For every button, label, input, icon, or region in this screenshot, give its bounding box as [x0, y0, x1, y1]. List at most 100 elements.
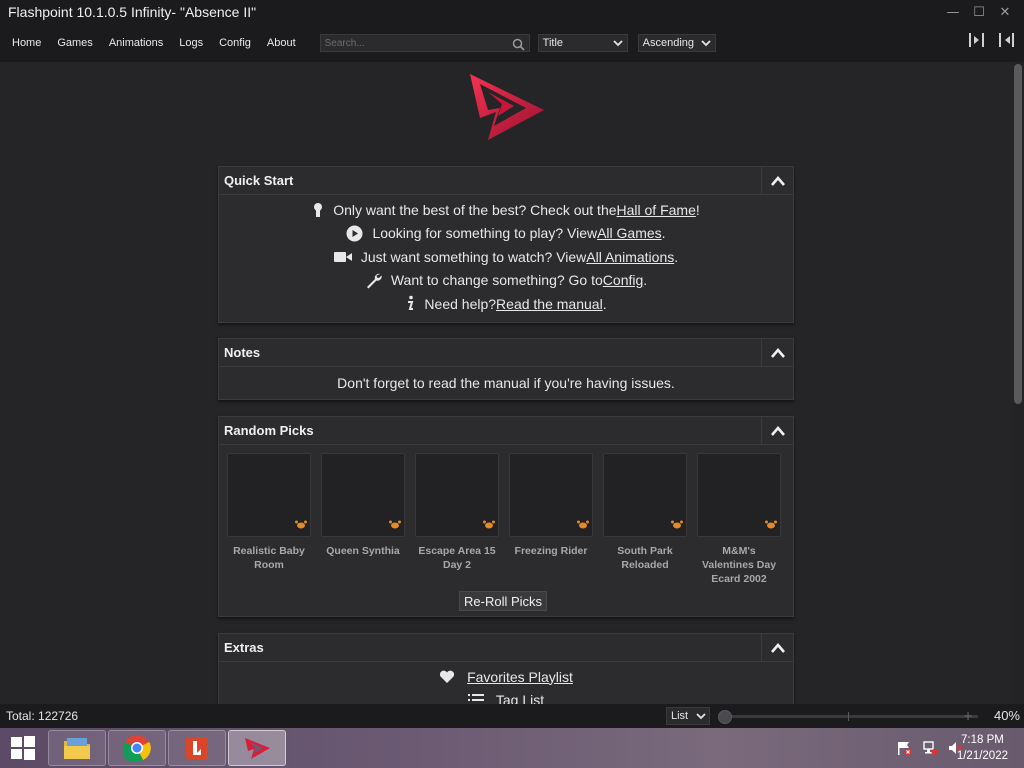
video-camera-icon: [333, 251, 352, 263]
extras-panel: Extras Favorites Playlist Tag List: [218, 633, 794, 704]
game-card[interactable]: Queen Synthia: [321, 453, 405, 586]
action-center-flag-icon[interactable]: [896, 740, 912, 760]
flashpoint-icon: [245, 738, 270, 759]
play-circle-icon: [346, 225, 363, 242]
game-title: M&M's Valentines Day Ecard 2002: [701, 545, 777, 585]
collapse-button[interactable]: [761, 339, 793, 366]
game-card[interactable]: M&M's Valentines Day Ecard 2002: [697, 453, 781, 586]
window-controls: — ☐ ✕: [940, 2, 1018, 22]
game-thumbnail: [697, 453, 781, 537]
quick-start-line: Need help? Read the manual.: [219, 292, 793, 316]
network-icon[interactable]: [922, 740, 938, 760]
game-thumbnail: [415, 453, 499, 537]
home-page: Quick Start Only want the best of the be…: [0, 62, 1024, 704]
scrollbar-thumb[interactable]: [1014, 64, 1022, 404]
taskbar-clock[interactable]: 7:18 PM 1/21/2022: [957, 732, 1008, 764]
quick-start-line: Only want the best of the best? Check ou…: [219, 198, 793, 222]
taskbar-file-explorer[interactable]: [48, 730, 106, 766]
search-icon[interactable]: [512, 36, 525, 55]
all-animations-link[interactable]: All Animations: [586, 249, 674, 265]
menu-config[interactable]: Config: [211, 37, 259, 49]
chrome-icon: [123, 735, 151, 762]
red-app-icon: [186, 737, 208, 759]
wrench-icon: [365, 272, 382, 289]
sort-field-select[interactable]: Title: [537, 34, 628, 52]
game-title: South Park Reloaded: [617, 545, 673, 571]
extras-line: Tag List: [219, 688, 793, 704]
taskbar-app[interactable]: [168, 730, 226, 766]
info-icon: [405, 295, 415, 312]
game-card[interactable]: Escape Area 15 Day 2: [415, 453, 499, 586]
windows-logo-icon: [11, 736, 35, 760]
game-card[interactable]: Freezing Rider: [509, 453, 593, 586]
menu-animations[interactable]: Animations: [101, 37, 171, 49]
search-box: [319, 34, 530, 55]
collapse-button[interactable]: [761, 634, 793, 661]
notes-header: Notes: [219, 339, 793, 367]
toggle-left-sidebar-icon[interactable]: [968, 32, 986, 52]
chevron-up-icon: [770, 175, 785, 186]
list-icon: [467, 693, 484, 704]
chevron-up-icon: [770, 425, 785, 436]
panel-title: Notes: [224, 345, 261, 360]
chevron-down-icon: [701, 38, 711, 51]
game-title: Realistic Baby Room: [233, 545, 305, 571]
view-mode-select[interactable]: List: [666, 707, 710, 725]
clock-time: 7:18 PM: [961, 734, 1004, 746]
hall-of-fame-link[interactable]: Hall of Fame: [617, 202, 696, 218]
taskbar-flashpoint[interactable]: [228, 730, 286, 766]
tag-list-link[interactable]: Tag List: [496, 692, 544, 705]
search-input[interactable]: [320, 37, 501, 49]
zoom-slider-track[interactable]: [720, 715, 978, 718]
clock-date: 1/21/2022: [956, 750, 1008, 762]
taskbar-chrome[interactable]: [108, 730, 166, 766]
folder-icon: [64, 738, 90, 759]
view-mode-value: List: [671, 710, 689, 722]
panel-title: Random Picks: [224, 423, 314, 438]
zoom-slider-handle[interactable]: [718, 710, 732, 724]
heart-icon: [439, 670, 455, 684]
game-title: Escape Area 15 Day 2: [418, 545, 496, 571]
quick-start-line: Looking for something to play? View All …: [219, 222, 793, 246]
start-button[interactable]: [0, 728, 46, 768]
main-scrollbar[interactable]: [1012, 62, 1024, 704]
menu-bar: Home Games Animations Logs Config About …: [0, 24, 1024, 62]
favorites-playlist-link[interactable]: Favorites Playlist: [467, 669, 573, 685]
quick-start-header: Quick Start: [219, 167, 793, 195]
game-card[interactable]: South Park Reloaded: [603, 453, 687, 586]
zoom-slider-tick: [848, 712, 849, 721]
config-link[interactable]: Config: [603, 272, 643, 288]
toggle-right-sidebar-icon[interactable]: [998, 32, 1016, 52]
reroll-picks-button[interactable]: Re-Roll Picks: [459, 591, 548, 611]
minimize-button[interactable]: —: [940, 2, 966, 22]
menu-logs[interactable]: Logs: [171, 37, 211, 49]
windows-taskbar: 7:18 PM 1/21/2022: [0, 728, 1024, 768]
game-title: Queen Synthia: [326, 545, 400, 557]
sort-order-value: Ascending: [642, 37, 695, 49]
menu-home[interactable]: Home: [0, 37, 49, 49]
all-games-link[interactable]: All Games: [597, 225, 662, 241]
quick-start-line: Want to change something? Go to Config.: [219, 269, 793, 293]
crab-icon: [765, 514, 777, 533]
game-card[interactable]: Realistic Baby Room: [227, 453, 311, 586]
game-thumbnail: [227, 453, 311, 537]
crab-icon: [577, 514, 589, 533]
sort-field-value: Title: [542, 37, 564, 49]
game-thumbnail: [509, 453, 593, 537]
crab-icon: [671, 514, 683, 533]
close-button[interactable]: ✕: [992, 2, 1018, 22]
sort-order-select[interactable]: Ascending: [637, 34, 716, 52]
read-manual-link[interactable]: Read the manual: [496, 296, 603, 312]
maximize-button[interactable]: ☐: [966, 2, 992, 22]
flashpoint-logo-icon: [466, 70, 546, 146]
plus-icon: +: [963, 709, 974, 723]
menu-about[interactable]: About: [259, 37, 304, 49]
game-thumbnail: [603, 453, 687, 537]
chevron-up-icon: [770, 347, 785, 358]
collapse-button[interactable]: [761, 167, 793, 194]
game-title: Freezing Rider: [514, 545, 588, 557]
menu-games[interactable]: Games: [49, 37, 100, 49]
status-bar: Total: 122726 List + 40%: [0, 704, 1024, 728]
zoom-percent: 40%: [993, 708, 1020, 723]
collapse-button[interactable]: [761, 417, 793, 444]
